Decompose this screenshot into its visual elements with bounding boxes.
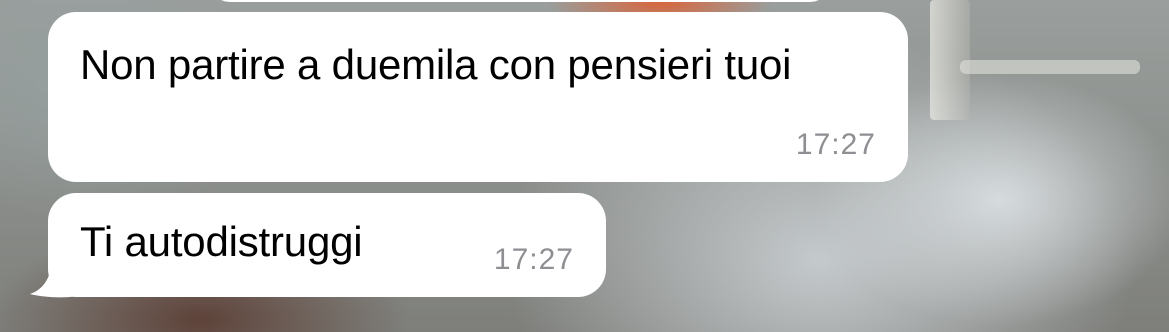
- message-text: Ti autodistruggi: [80, 218, 363, 265]
- message-timestamp: 17:27: [493, 243, 574, 276]
- previous-message-bubble-edge[interactable]: [210, 0, 830, 2]
- wallpaper-rail: [960, 60, 1140, 74]
- message-timestamp: 17:27: [795, 128, 876, 161]
- message-bubble[interactable]: Non partire a duemila con pensieri tuoi …: [48, 12, 908, 182]
- message-bubble[interactable]: Ti autodistruggi 17:27: [48, 193, 606, 297]
- message-text: Non partire a duemila con pensieri tuoi: [80, 41, 792, 88]
